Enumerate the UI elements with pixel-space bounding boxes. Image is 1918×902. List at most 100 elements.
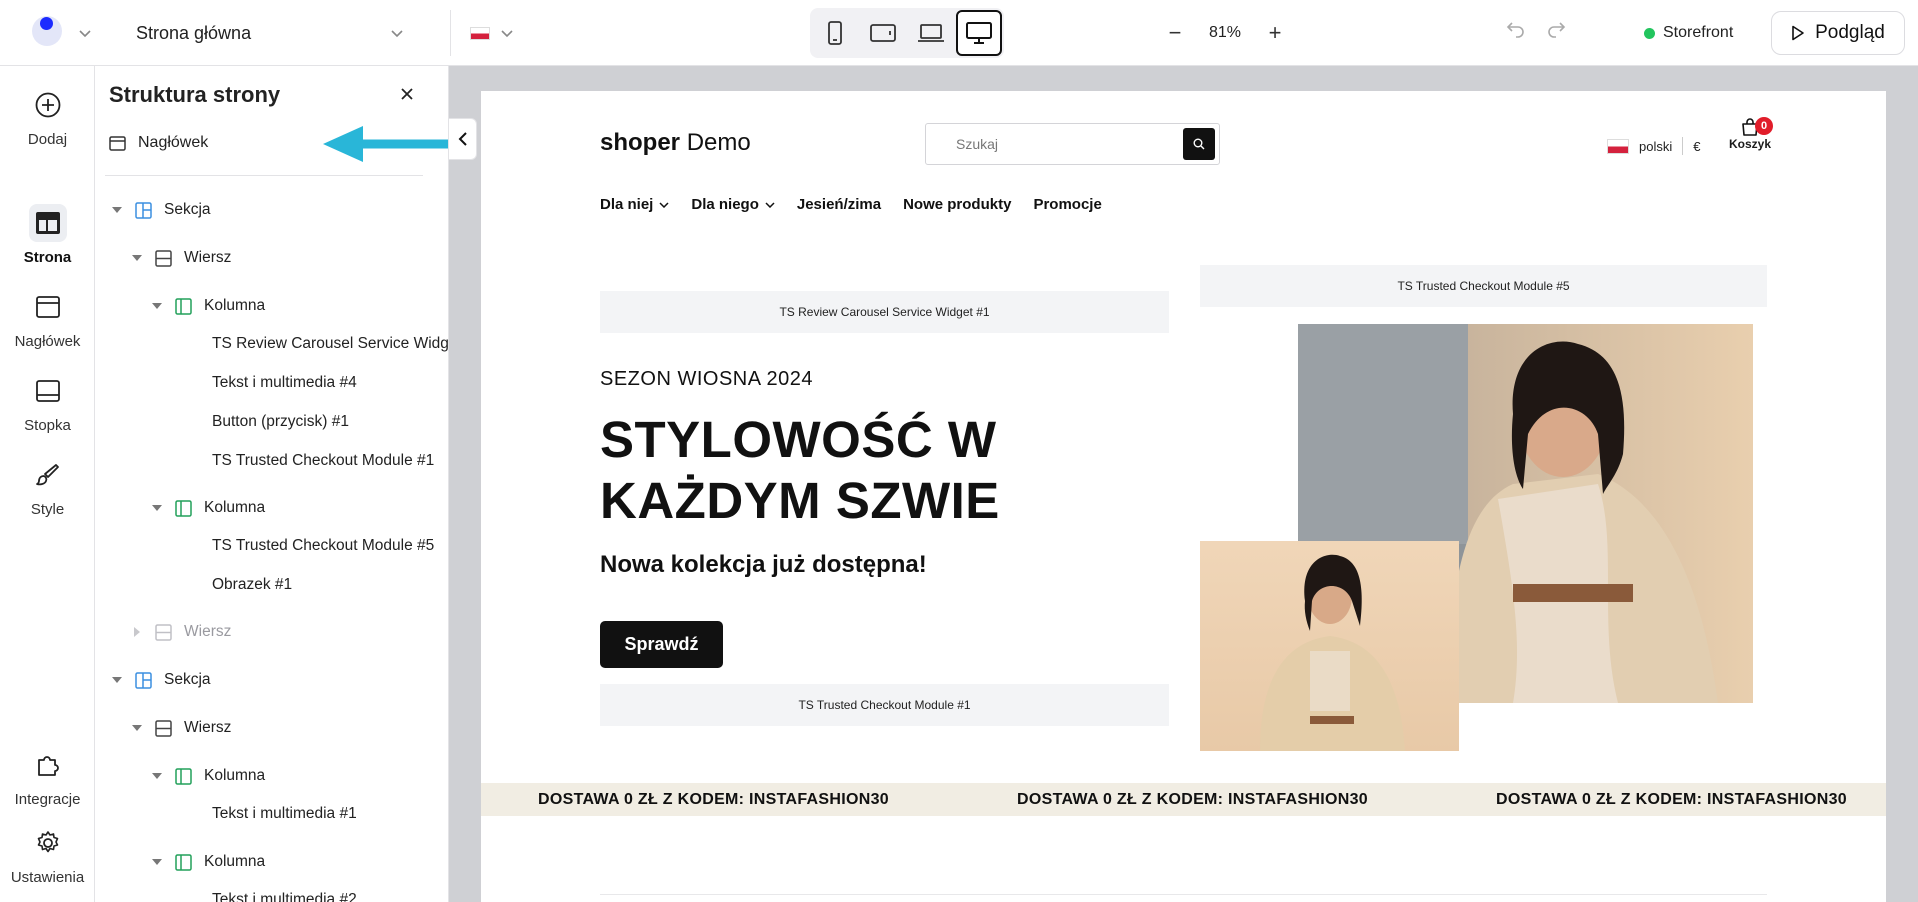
language-label: polski: [1639, 138, 1673, 154]
storefront-status[interactable]: Storefront: [1644, 18, 1733, 48]
caret-down-icon[interactable]: [131, 722, 143, 734]
trusted-checkout-widget[interactable]: TS Trusted Checkout Module #1: [600, 684, 1169, 726]
cart-label: Koszyk: [1728, 137, 1772, 151]
tree-item-column[interactable]: Kolumna: [151, 292, 265, 320]
tree-item-widget[interactable]: TS Review Carousel Service Widget #1: [212, 330, 448, 358]
nav-item-for-her[interactable]: Dla niej: [600, 196, 669, 213]
undo-icon[interactable]: [1505, 18, 1527, 40]
storefront-label: Storefront: [1663, 24, 1734, 41]
close-panel-button[interactable]: [397, 84, 417, 104]
header-icon: [109, 135, 126, 151]
tree-item-section[interactable]: Sekcja: [111, 666, 211, 694]
chevron-down-icon[interactable]: [78, 26, 92, 40]
search-button[interactable]: [1183, 128, 1215, 160]
tree-item-row[interactable]: Wiersz: [131, 244, 231, 272]
check-button[interactable]: Sprawdź: [600, 621, 723, 668]
tree-item-section[interactable]: Sekcja: [111, 196, 211, 224]
caret-down-icon[interactable]: [151, 300, 163, 312]
nav-item-autumn-winter[interactable]: Jesień/zima: [797, 196, 881, 213]
zoom-out-button[interactable]: −: [1165, 20, 1185, 46]
tree-item-label: Tekst i multimedia #4: [212, 374, 357, 391]
device-mobile-button[interactable]: [812, 10, 858, 56]
page-selector[interactable]: Strona główna: [120, 14, 420, 52]
device-desktop-button[interactable]: [956, 10, 1002, 56]
caret-down-icon[interactable]: [111, 204, 123, 216]
language-currency[interactable]: polski €: [1607, 137, 1700, 155]
tree-item-widget[interactable]: TS Trusted Checkout Module #1: [212, 447, 434, 475]
section-icon: [135, 671, 152, 689]
tree-item-label: Wiersz: [184, 249, 232, 266]
page-selector-label: Strona główna: [136, 22, 252, 43]
tree-item-label: Tekst i multimedia #2: [212, 891, 357, 902]
trusted-checkout-widget[interactable]: TS Trusted Checkout Module #5: [1200, 265, 1767, 307]
rail-add[interactable]: Dodaj: [0, 86, 95, 148]
rail-page[interactable]: Strona: [0, 204, 95, 266]
store-logo[interactable]: shoper Demo: [600, 129, 751, 157]
tree-item-widget[interactable]: Tekst i multimedia #2: [212, 886, 357, 902]
hero-line: STYLOWOŚĆ W: [600, 411, 997, 468]
app-logo[interactable]: [32, 16, 62, 46]
nav-label: Nowe produkty: [903, 196, 1012, 213]
tree-item-header[interactable]: Nagłówek: [109, 134, 208, 152]
store-search[interactable]: Szukaj: [925, 123, 1220, 165]
arrow-annotation: [323, 126, 448, 162]
tree-item-row[interactable]: Wiersz: [131, 714, 231, 742]
device-tablet-button[interactable]: [860, 10, 906, 56]
caret-right-icon[interactable]: [131, 626, 143, 638]
device-switcher: [810, 8, 1004, 58]
tree-item-column[interactable]: Kolumna: [151, 494, 265, 522]
tree-item-column[interactable]: Kolumna: [151, 762, 265, 790]
rail-header[interactable]: Nagłówek: [0, 288, 95, 350]
desktop-icon: [966, 22, 992, 44]
rail-integrations[interactable]: Integracje: [0, 746, 95, 808]
caret-down-icon[interactable]: [151, 856, 163, 868]
review-carousel-widget[interactable]: TS Review Carousel Service Widget #1: [600, 291, 1169, 333]
history-controls: [1505, 18, 1567, 40]
tree-item-widget[interactable]: Obrazek #1: [212, 571, 292, 599]
hero-image-small[interactable]: [1200, 541, 1459, 751]
rail-settings[interactable]: Ustawienia: [0, 824, 95, 886]
rail-label: Ustawienia: [10, 869, 85, 886]
preview-button[interactable]: Podgląd: [1771, 11, 1905, 55]
brand-bold: shoper: [600, 129, 681, 156]
status-dot: [1644, 27, 1655, 39]
tablet-icon: [870, 24, 896, 42]
header-icon: [35, 296, 60, 318]
divider: [600, 894, 1767, 895]
tree-item-row[interactable]: Wiersz: [131, 618, 231, 646]
rail-footer[interactable]: Stopka: [0, 372, 95, 434]
search-icon: [1193, 138, 1205, 150]
rail-label: Stopka: [24, 417, 71, 434]
collapse-panel-button[interactable]: [449, 118, 477, 160]
language-selector[interactable]: [470, 14, 514, 52]
tree-item-widget[interactable]: Tekst i multimedia #4: [212, 369, 357, 397]
nav-label: Promocje: [1033, 196, 1102, 213]
tree-item-label: TS Trusted Checkout Module #1: [212, 452, 435, 469]
model-photo: [1260, 554, 1405, 751]
search-input[interactable]: Szukaj: [926, 136, 1183, 152]
caret-down-icon[interactable]: [151, 502, 163, 514]
device-laptop-button[interactable]: [908, 10, 954, 56]
store-nav: Dla niej Dla niego Jesień/zima Nowe prod…: [600, 196, 1102, 213]
nav-item-new-products[interactable]: Nowe produkty: [903, 196, 1011, 213]
play-icon: [1792, 25, 1804, 41]
tree-item-column[interactable]: Kolumna: [151, 848, 265, 876]
tree-item-widget[interactable]: Button (przycisk) #1: [212, 408, 349, 436]
mobile-icon: [828, 21, 842, 45]
tree-item-widget[interactable]: TS Trusted Checkout Module #5: [212, 532, 434, 560]
rail-style[interactable]: Style: [0, 456, 95, 518]
caret-down-icon[interactable]: [151, 770, 163, 782]
chevron-down-icon: [659, 201, 669, 208]
page-preview: shoper Demo Szukaj polski € Koszyk 0 Dla…: [481, 91, 1886, 902]
caret-down-icon[interactable]: [111, 674, 123, 686]
zoom-in-button[interactable]: +: [1265, 20, 1285, 46]
cart-button[interactable]: Koszyk 0: [1725, 117, 1775, 151]
chevron-down-icon: [501, 30, 513, 38]
nav-item-promotions[interactable]: Promocje: [1033, 196, 1101, 213]
nav-item-for-him[interactable]: Dla niego: [691, 196, 775, 213]
caret-down-icon[interactable]: [131, 252, 143, 264]
redo-icon[interactable]: [1545, 18, 1567, 40]
tree-item-widget[interactable]: Tekst i multimedia #1: [212, 800, 357, 828]
hero-line: KAŻDYM SZWIE: [600, 472, 1000, 529]
tree-item-label: Button (przycisk) #1: [212, 413, 349, 430]
